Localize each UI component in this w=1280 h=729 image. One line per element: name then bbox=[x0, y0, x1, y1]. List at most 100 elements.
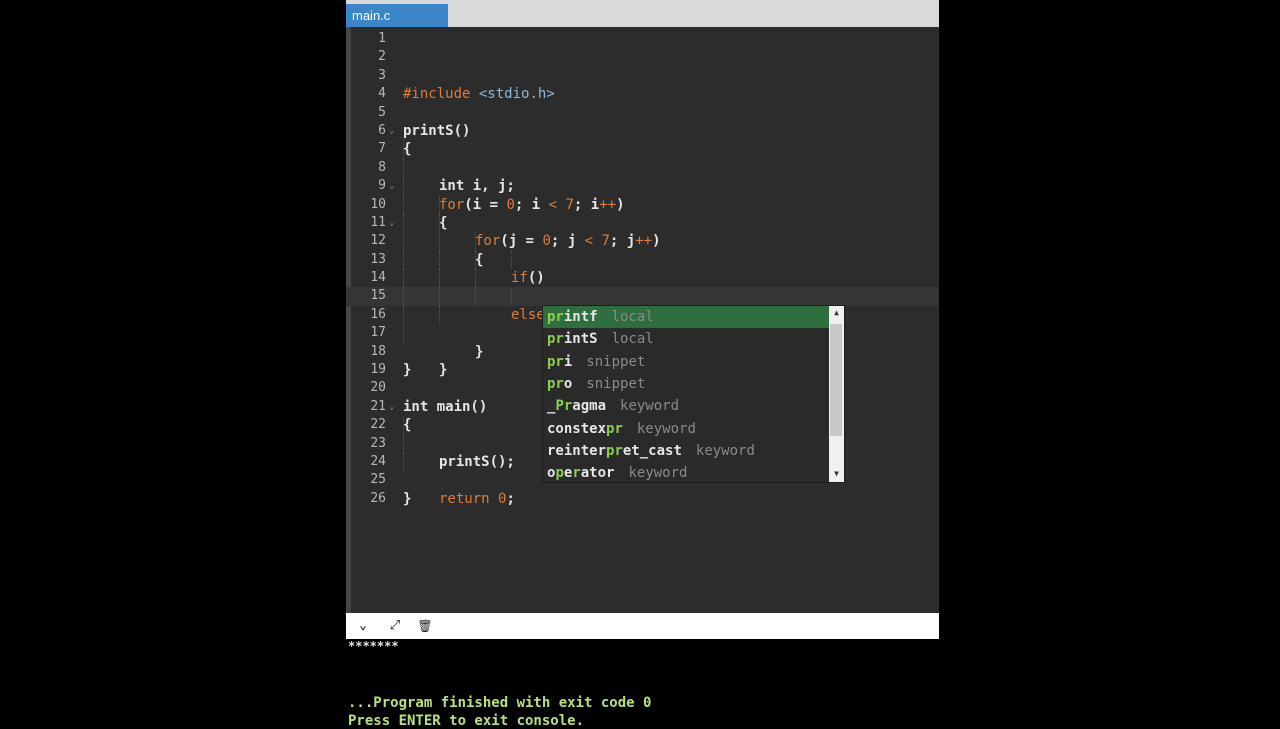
console-toolbar: ⌄ ⤢ 🗑 bbox=[346, 613, 939, 639]
autocomplete-item[interactable]: printS local bbox=[543, 328, 829, 350]
indent-guide bbox=[403, 305, 405, 325]
suggestion-match: pr bbox=[547, 375, 564, 392]
code-line: 12 if() bbox=[346, 232, 939, 286]
line-number: 10 bbox=[370, 196, 386, 212]
code-line: 10 for(j = 0; j < 7; j++) bbox=[346, 195, 939, 249]
suggestion-kind: local bbox=[611, 309, 654, 325]
suggestion-match: pr bbox=[606, 420, 623, 437]
line-number: 9 bbox=[378, 178, 386, 194]
indent-guide bbox=[403, 287, 405, 306]
indent-guide bbox=[403, 269, 405, 288]
suggestion-suffix: intS bbox=[563, 331, 598, 348]
code-line: 11 ⌄ { bbox=[346, 213, 939, 268]
code-line: 5 printS() bbox=[346, 104, 939, 139]
autocomplete-item[interactable]: operator keyword bbox=[543, 462, 829, 484]
line-number: 21 bbox=[370, 398, 386, 414]
suggestion-suffix: et_cast bbox=[622, 442, 682, 459]
line-number: 26 bbox=[370, 490, 386, 506]
indent-guide bbox=[403, 324, 405, 343]
autocomplete-item[interactable]: constexpr keyword bbox=[543, 418, 829, 440]
code-line: 8 for(i = 0; i < 7; i++) bbox=[346, 158, 939, 213]
suggestion-match: pr bbox=[547, 353, 564, 370]
autocomplete-popup[interactable]: printf local printS local pri snippet pro sn… bbox=[542, 305, 845, 483]
console-output[interactable]: ******* ...Program finished with exit co… bbox=[346, 639, 939, 729]
code-line: 7 int i, j; bbox=[346, 140, 939, 194]
code-editor[interactable]: 1 2 3 #include <stdio.h> 4 5 printS() 6 ⌄… bbox=[346, 27, 939, 613]
indent-guide bbox=[439, 232, 441, 251]
fold-arrow-icon[interactable]: ⌄ bbox=[389, 214, 394, 232]
code-line: 26 bbox=[346, 490, 939, 508]
suggestion-name: pri bbox=[547, 354, 572, 370]
line-number: 24 bbox=[370, 453, 386, 469]
tab-bar: main.c bbox=[346, 0, 939, 27]
suggestion-name: _Pragma bbox=[547, 398, 606, 414]
fold-arrow-icon[interactable]: ⌄ bbox=[389, 398, 394, 416]
fold-arrow-icon[interactable]: ⌄ bbox=[389, 177, 394, 195]
suggestion-suffix: agma bbox=[572, 398, 607, 415]
suggestion-match: p bbox=[555, 465, 564, 482]
line-number: 25 bbox=[370, 472, 386, 488]
indent-guide bbox=[475, 269, 477, 288]
suggestion-suffix: o bbox=[563, 375, 573, 392]
suggestion-match: Pr bbox=[555, 398, 573, 415]
code-line: 14 else bbox=[346, 269, 939, 323]
line-number: 7 bbox=[378, 141, 386, 157]
suggestion-kind: keyword bbox=[636, 420, 696, 437]
suggestion-suffix: intf bbox=[563, 309, 598, 325]
line-number: 23 bbox=[370, 435, 386, 451]
indent-guide bbox=[439, 195, 441, 214]
clear-console-icon[interactable]: 🗑 bbox=[416, 618, 434, 634]
suggestion-suffix: ator bbox=[580, 465, 615, 482]
autocomplete-item[interactable]: printf local bbox=[543, 306, 829, 329]
suggestion-name: printf bbox=[547, 309, 598, 325]
collapse-console-icon[interactable]: ⌄ bbox=[354, 618, 372, 634]
fold-arrow-icon[interactable]: ⌄ bbox=[389, 122, 394, 140]
suggestion-suffix: i bbox=[563, 353, 573, 370]
line-number: 5 bbox=[378, 104, 386, 120]
line-number: 16 bbox=[370, 306, 386, 322]
suggestion-name: printS bbox=[547, 331, 598, 347]
suggestion-match: pr bbox=[547, 309, 564, 325]
suggestion-prefix: constex bbox=[547, 420, 607, 437]
autocomplete-item[interactable]: reinterpret_cast keyword bbox=[543, 440, 829, 462]
indent-guide bbox=[403, 195, 405, 214]
indent-guide bbox=[403, 416, 405, 435]
indent-guide bbox=[475, 250, 477, 270]
indent-guide bbox=[439, 213, 441, 233]
indent-guide bbox=[403, 232, 405, 251]
indent-guide bbox=[403, 213, 405, 233]
suggestion-name: pro bbox=[547, 376, 572, 392]
indent-guide bbox=[403, 250, 405, 270]
indent-guide bbox=[511, 287, 513, 306]
autocomplete-scrollbar[interactable]: ▲ ▼ bbox=[829, 306, 844, 482]
scroll-up-icon[interactable]: ▲ bbox=[829, 308, 844, 317]
code-line: 3 #include <stdio.h> bbox=[346, 67, 939, 102]
indent-guide bbox=[403, 434, 405, 453]
tab-main-c[interactable]: main.c bbox=[346, 4, 448, 27]
line-number: 17 bbox=[370, 325, 386, 341]
line-number: 14 bbox=[370, 270, 386, 286]
line-number: 19 bbox=[370, 362, 386, 378]
suggestion-kind: local bbox=[611, 331, 654, 348]
line-number: 3 bbox=[378, 67, 386, 83]
autocomplete-item[interactable]: pro snippet bbox=[543, 373, 829, 395]
scrollbar-thumb[interactable] bbox=[830, 324, 842, 436]
program-output: ******* bbox=[348, 639, 399, 653]
indent-guide bbox=[403, 177, 405, 196]
suggestion-kind: snippet bbox=[586, 353, 646, 370]
suggestion-kind: keyword bbox=[695, 442, 755, 459]
indent-guide bbox=[439, 305, 441, 325]
line-number: 11 bbox=[370, 214, 386, 230]
expand-console-icon[interactable]: ⤢ bbox=[386, 618, 404, 634]
autocomplete-item[interactable]: pri snippet bbox=[543, 351, 829, 373]
exit-message: ...Program finished with exit code 0 bbox=[348, 695, 652, 711]
code-line: 2 bbox=[346, 48, 939, 66]
line-number: 18 bbox=[370, 343, 386, 359]
suggestion-match: pr bbox=[606, 442, 623, 459]
suggestion-kind: keyword bbox=[628, 465, 688, 482]
scroll-down-icon[interactable]: ▼ bbox=[829, 469, 844, 478]
autocomplete-item[interactable]: _Pragma keyword bbox=[543, 395, 829, 417]
code-line: 6 ⌄ { bbox=[346, 122, 939, 157]
indent-guide bbox=[439, 287, 441, 306]
code-line: 13 printf("*"); bbox=[346, 250, 939, 305]
